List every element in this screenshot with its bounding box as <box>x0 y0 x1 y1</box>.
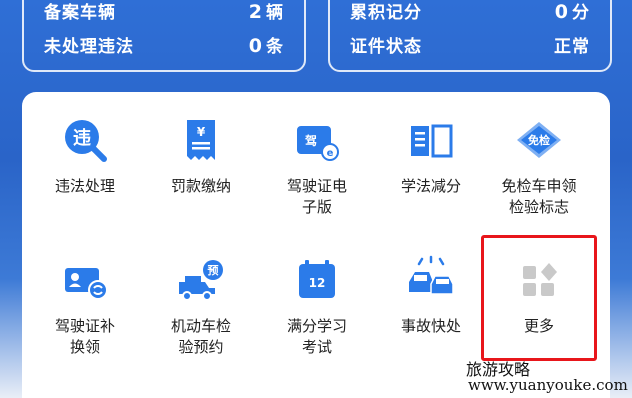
unprocessed-violations-row[interactable]: 未处理违法 0条 <box>44 32 284 57</box>
svg-text:驾: 驾 <box>304 133 317 148</box>
electronic-license-icon: 驾 e <box>297 126 339 161</box>
license-renewal-icon <box>65 268 108 300</box>
calendar-exam-icon: 12 <box>299 260 335 298</box>
service-study-deduct-points[interactable]: 学法减分 <box>376 92 486 222</box>
license-stats-panel: 累积记分 0分 证件状态 正常 <box>328 0 612 72</box>
service-fine-payment[interactable]: ¥ 罚款缴纳 <box>146 92 256 222</box>
service-label: 免检车申领 检验标志 <box>501 177 577 216</box>
service-full-score-exam[interactable]: 12 满分学习 考试 <box>262 232 372 362</box>
registered-vehicles-value: 2辆 <box>248 1 284 23</box>
service-license-renewal[interactable]: 驾驶证补 换领 <box>30 232 140 362</box>
registered-vehicles-label: 备案车辆 <box>44 3 116 23</box>
service-label: 罚款缴纳 <box>170 177 231 195</box>
service-label: 机动车检 验预约 <box>170 317 231 356</box>
service-inspection-exempt-sticker[interactable]: 免检 免检车申领 检验标志 <box>484 92 594 222</box>
svg-text:免检: 免检 <box>528 133 550 147</box>
vehicle-stats-panel: 备案车辆 2辆 未处理违法 0条 <box>22 0 306 72</box>
watermark-url: www.yuanyouke.com <box>468 376 628 394</box>
service-label: 驾驶证电 子版 <box>286 177 347 216</box>
watermark: 旅游攻略 www.yuanyouke.com <box>460 356 632 398</box>
violation-search-icon: 违 <box>65 120 107 162</box>
more-highlight-box <box>481 235 597 361</box>
fine-payment-receipt-icon: ¥ <box>187 120 215 160</box>
accumulated-points-label: 累积记分 <box>350 3 422 23</box>
unprocessed-violations-value: 0条 <box>248 35 284 57</box>
inspection-exempt-badge-icon: 免检 <box>517 122 561 158</box>
service-vehicle-inspection-booking[interactable]: 预 机动车检 验预约 <box>146 232 256 362</box>
svg-text:¥: ¥ <box>197 125 206 139</box>
license-status-value: 正常 <box>554 37 590 57</box>
service-electronic-license[interactable]: 驾 e 驾驶证电 子版 <box>262 92 372 222</box>
study-book-icon <box>411 124 453 158</box>
service-label: 驾驶证补 换领 <box>54 317 115 356</box>
service-violation-handling[interactable]: 违 违法处理 <box>30 92 140 222</box>
service-label: 学法减分 <box>400 177 461 195</box>
accumulated-points-row[interactable]: 累积记分 0分 <box>350 0 590 23</box>
services-card: 违 违法处理 ¥ 罚款缴纳 驾 e 驾驶证电 子版 学法减分 免检 免检车申领 … <box>22 92 610 398</box>
accident-cars-icon <box>409 255 454 295</box>
registered-vehicles-row[interactable]: 备案车辆 2辆 <box>44 0 284 23</box>
service-accident-quick-handling[interactable]: 事故快处 <box>376 232 486 362</box>
service-label: 违法处理 <box>54 177 115 195</box>
svg-text:12: 12 <box>309 276 326 290</box>
unprocessed-violations-label: 未处理违法 <box>44 37 134 57</box>
vehicle-inspection-booking-icon: 预 <box>179 260 223 301</box>
svg-text:e: e <box>327 148 334 159</box>
svg-text:预: 预 <box>208 263 219 277</box>
service-label: 满分学习 考试 <box>286 317 347 356</box>
accumulated-points-value: 0分 <box>554 1 590 23</box>
license-status-label: 证件状态 <box>350 37 422 57</box>
license-status-row[interactable]: 证件状态 正常 <box>350 32 590 57</box>
service-label: 事故快处 <box>400 317 461 335</box>
svg-text:违: 违 <box>73 127 91 149</box>
